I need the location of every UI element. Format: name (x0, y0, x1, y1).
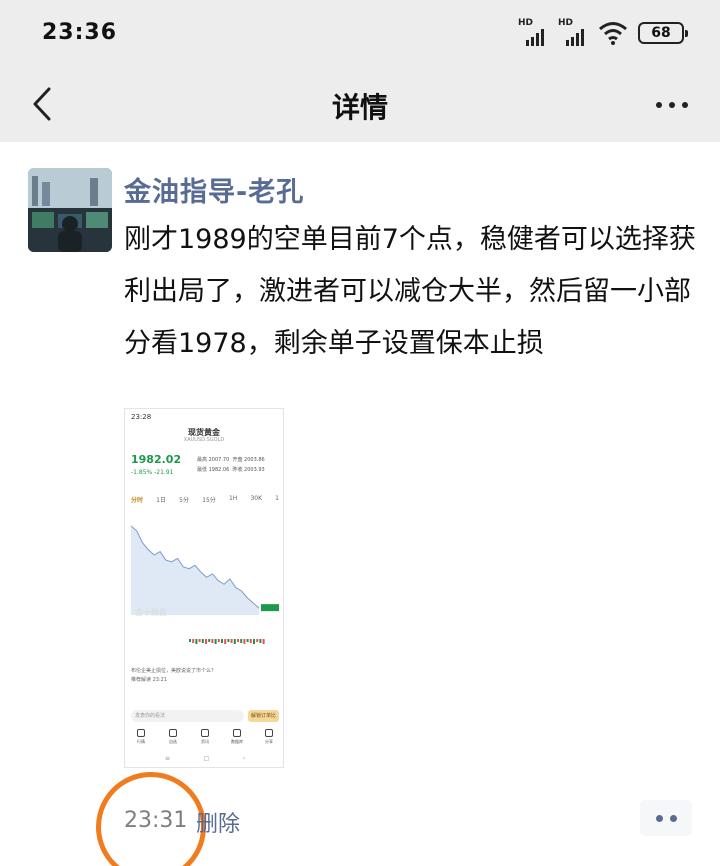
image-nav-item: 行情 (131, 729, 151, 745)
more-icon-dot (656, 102, 662, 108)
image-price: 1982.02 (131, 453, 182, 466)
image-input: 发表你的看法 (131, 710, 244, 722)
image-tab: 5分 (179, 497, 189, 504)
volume-bar (224, 639, 227, 644)
last-price-marker (261, 604, 279, 612)
volume-bar (230, 639, 233, 643)
post-image[interactable]: 23:28 现货黄金 XAUUSD.SGOLD 1982.02 -1.85% -… (124, 408, 284, 768)
hd-label: HD (518, 18, 534, 28)
image-home-key: □ (203, 755, 210, 762)
price-area (131, 525, 259, 615)
volume-bar (253, 639, 255, 644)
image-tab: 1H (228, 495, 238, 502)
volume-bar (205, 639, 207, 644)
price-chart (130, 525, 279, 644)
image-news-line: 推荐解读 23:21 (131, 677, 167, 683)
more-button[interactable] (652, 90, 692, 120)
volume-bar (195, 639, 198, 644)
volume-bar (262, 639, 265, 644)
image-nav-item: 自选 (163, 729, 183, 745)
volume-bar (211, 639, 214, 643)
volume-bar (256, 639, 259, 642)
volume-bar (189, 639, 191, 642)
image-input-button: 解锁订单比 (247, 710, 279, 722)
image-watermark: 金十数据 (135, 608, 167, 617)
battery-level: 68 (651, 25, 671, 41)
volume-bar (198, 639, 201, 642)
volume-bar (249, 639, 252, 643)
post-text: 刚才1989的空单目前7个点，稳健者可以选择获利出局了，激进者可以减仓大半，然后… (124, 224, 696, 359)
delete-link[interactable]: 删除 (196, 806, 240, 838)
volume-bar (221, 639, 223, 643)
hd-label: HD (558, 18, 574, 28)
status-bar: 23:36 HD HD 68 (0, 0, 720, 68)
status-time: 23:36 (42, 20, 118, 45)
comment-button[interactable] (640, 800, 692, 836)
image-change: -1.85% -21.91 (131, 469, 174, 476)
author-name[interactable]: 金油指导-老孔 (124, 170, 304, 209)
image-news-line: 布伦企美止损位，美欧说说了市个么？ (131, 668, 217, 674)
volume-bar (233, 639, 236, 644)
image-stat: 昨收 2003.93 (232, 467, 265, 473)
image-nav-item: 分享 (259, 729, 279, 745)
status-icons: HD HD 68 (518, 18, 688, 46)
hd-signal-icon: HD (518, 18, 548, 46)
volume-bar (237, 639, 239, 642)
volume-bar (243, 639, 246, 644)
image-stats: 最高 2007.70 开盘 2003.86 最低 1982.06 昨收 2003… (197, 455, 265, 475)
avatar[interactable] (28, 168, 112, 252)
image-stat: 开盘 2003.86 (232, 457, 265, 463)
volume-bar (259, 639, 262, 643)
volume-bar (201, 639, 204, 643)
image-tab: 1日 (156, 497, 166, 504)
image-input-row: 发表你的看法 解锁订单比 (131, 709, 279, 723)
hd-signal-icon: HD (558, 18, 588, 46)
more-icon-dot (682, 102, 688, 108)
volume-bar (192, 639, 195, 643)
post-time: 23:31 (124, 808, 188, 833)
image-home-key: ≡ (165, 755, 171, 762)
nav-bar: 详情 (0, 68, 720, 142)
volume-bar (240, 639, 243, 643)
image-stat: 最低 1982.06 (197, 467, 230, 473)
volume-bar (217, 639, 220, 642)
image-tabs: 分时 1日 5分 15分 1H 30K 1 (131, 495, 279, 504)
image-tab: 15分 (202, 497, 216, 504)
image-status-time: 23:28 (131, 413, 152, 421)
comment-icon-dot (669, 814, 677, 822)
image-news: 布伦企美止损位，美欧说说了市个么？ 推荐解读 23:21 (131, 667, 216, 685)
image-tab: 分时 (131, 497, 144, 504)
image-bottom-nav: 行情 自选 资讯 数据库 分享 (131, 729, 279, 745)
image-home-bar: ≡ □ ‹ (165, 755, 245, 762)
page-title: 详情 (331, 91, 388, 124)
more-icon-dot (669, 102, 675, 108)
battery-icon: 68 (638, 22, 688, 44)
comment-icon-dot (655, 814, 663, 822)
volume-bar (246, 639, 249, 642)
image-nav-item: 数据库 (227, 729, 247, 745)
image-subtitle: XAUUSD.SGOLD (183, 437, 225, 443)
image-tab: 30K (250, 495, 263, 502)
volume-bar (227, 639, 230, 642)
image-home-key: ‹ (242, 755, 245, 762)
wifi-icon (599, 22, 627, 45)
image-tab: 1 (275, 495, 279, 502)
image-stat: 最高 2007.70 (197, 457, 230, 463)
volume-bar (214, 639, 217, 644)
volume-bar (208, 639, 211, 642)
image-nav-item: 资讯 (195, 729, 215, 745)
